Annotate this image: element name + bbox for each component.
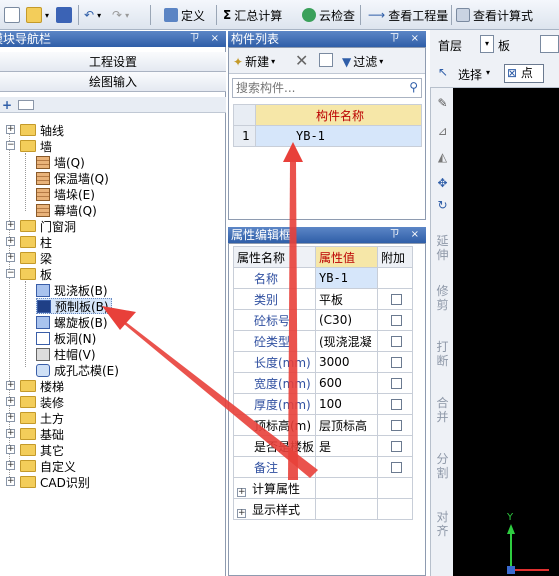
arrow-to-precast [118,316,318,478]
arrow-to-yb1-head [283,142,303,162]
arrow-to-yb1 [288,160,298,480]
annotation-arrows [102,142,318,480]
